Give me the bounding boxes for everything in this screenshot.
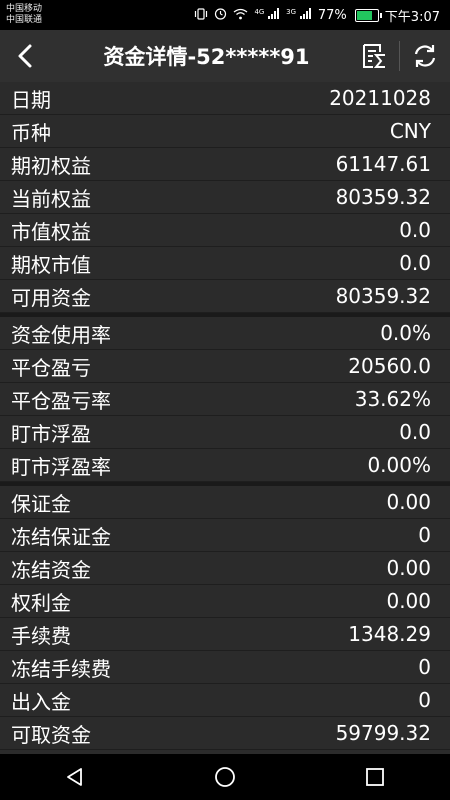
app-header: 资金详情-52*****91 [0,30,450,82]
row-value: 0.00 [386,589,431,613]
detail-row: 手续费 1348.29 [0,618,450,651]
row-value: 0.0 [399,251,431,275]
row-label: 期权市值 [11,252,91,277]
carrier-info: 中国移动 中国联通 [0,4,42,26]
row-label: 权利金 [11,590,71,615]
row-label: 出入金 [11,689,71,714]
row-value: 33.62% [354,387,431,411]
statement-sum-icon [363,44,385,68]
detail-row: 期初权益 61147.61 [0,148,450,181]
detail-row: 日期 20211028 [0,82,450,115]
circle-home-icon [215,767,235,787]
wifi-icon [233,8,248,23]
row-value: 59799.32 [335,721,431,745]
carrier-2: 中国联通 [6,15,43,25]
row-value: 0.0 [399,420,431,444]
row-label: 保证金 [11,491,71,516]
detail-row: 盯市浮盈 0.0 [0,416,450,449]
row-label: 冻结保证金 [11,524,111,549]
detail-row: 平仓盈亏率 33.62% [0,383,450,416]
chevron-left-icon [18,44,32,68]
square-recents-icon [366,768,384,786]
detail-row: 冻结保证金 0 [0,519,450,552]
row-value: 1348.29 [348,622,431,646]
row-value: 0.00% [367,453,431,477]
row-label: 币种 [11,120,51,145]
row-value: CNY [389,119,431,143]
row-label: 冻结手续费 [11,656,111,681]
row-label: 可用资金 [11,285,91,310]
nav-recents-button[interactable] [345,754,405,800]
row-label: 盯市浮盈 [11,421,91,446]
vibrate-icon [194,7,208,23]
detail-row: 权利金 0.00 [0,585,450,618]
status-icons: 4G 3G 77% 下午3:07 [194,6,450,25]
system-nav-bar [0,754,450,800]
row-value: 0.00 [386,556,431,580]
detail-row: 当前权益 80359.32 [0,181,450,214]
row-value: 80359.32 [335,185,431,209]
row-value: 0.0 [399,218,431,242]
nav-back-button[interactable] [45,754,105,800]
row-label: 期初权益 [11,153,91,178]
row-value: 0 [418,523,431,547]
row-value: 61147.61 [335,152,431,176]
row-label: 平仓盈亏 [11,355,91,380]
nav-home-button[interactable] [195,754,255,800]
row-label: 资金使用率 [11,322,111,347]
battery-icon [354,8,382,22]
signal-1-icon: 4G [254,8,280,22]
row-label: 平仓盈亏率 [11,388,111,413]
detail-row: 可取资金 59799.32 [0,717,450,750]
row-value: 0.0% [380,321,431,345]
row-label: 日期 [11,87,51,112]
network-type-1: 4G [254,8,265,16]
row-label: 盯市浮盈率 [11,454,111,479]
row-label: 市值权益 [11,219,91,244]
row-value: 0 [418,688,431,712]
row-value: 80359.32 [335,284,431,308]
clock: 下午3:07 [384,9,440,25]
detail-row: 盯市浮盈率 0.00% [0,449,450,482]
triangle-back-icon [67,768,82,786]
alarm-icon [214,7,227,23]
refresh-icon [414,45,436,67]
status-bar: 中国移动 中国联通 4G 3G 77% 下午3:07 [0,0,450,30]
back-button[interactable] [0,30,50,82]
detail-row: 期权市值 0.0 [0,247,450,280]
refresh-button[interactable] [400,30,450,82]
battery-percent: 77% [317,7,347,23]
detail-row: 出入金 0 [0,684,450,717]
page-title: 资金详情-52*****91 [103,45,310,69]
row-label: 手续费 [11,623,71,648]
statement-button[interactable] [349,30,399,82]
row-value: 0 [418,655,431,679]
detail-row: 币种 CNY [0,115,450,148]
network-type-2: 3G [286,8,297,16]
row-value: 0.00 [386,490,431,514]
row-value: 20560.0 [348,354,431,378]
carrier-1: 中国移动 [6,4,43,14]
row-label: 冻结资金 [11,557,91,582]
detail-row: 可用资金 80359.32 [0,280,450,313]
detail-row: 资金使用率 0.0% [0,317,450,350]
detail-row: 市值权益 0.0 [0,214,450,247]
detail-row: 冻结手续费 0 [0,651,450,684]
fund-details-list[interactable]: 日期 20211028 币种 CNY 期初权益 61147.61 当前权益 80359.32 市… [0,82,450,754]
detail-row: 平仓盈亏 20560.0 [0,350,450,383]
detail-row: 冻结资金 0.00 [0,552,450,585]
row-label: 可取资金 [11,722,91,747]
signal-2-icon: 3G [286,8,312,22]
row-value: 20211028 [329,86,431,110]
row-label: 当前权益 [11,186,91,211]
detail-row: 保证金 0.00 [0,486,450,519]
